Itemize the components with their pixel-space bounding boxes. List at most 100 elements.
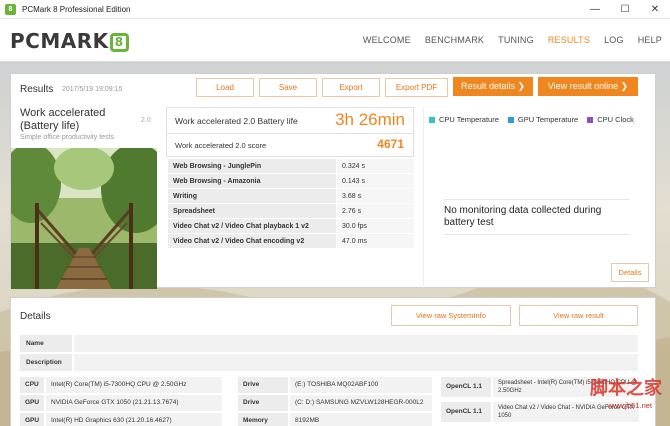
window-title: PCMark 8 Professional Edition — [22, 4, 131, 14]
metric-value: 0.324 s — [336, 159, 414, 173]
table-row: Web Browsing - JunglePin 0.324 s — [168, 159, 414, 174]
table-row: Web Browsing - Amazonia 0.143 s — [168, 174, 414, 189]
legend-item-cpu-clock[interactable]: CPU Clock — [587, 115, 634, 124]
system-info-row: GPU Intel(R) HD Graphics 630 (21.20.16.4… — [20, 413, 432, 426]
monitoring-panel: CPU Temperature GPU Temperature CPU Cloc… — [423, 107, 656, 288]
suspension-bridge-image — [11, 148, 157, 289]
site-watermark: 脚本之家 — [590, 378, 662, 398]
metric-value: 0.143 s — [336, 174, 414, 188]
export-pdf-button[interactable]: Export PDF — [385, 78, 448, 97]
system-label: GPU — [20, 413, 44, 426]
maximize-button[interactable]: ☐ — [610, 0, 640, 19]
app-header: PCMARK 8 WELCOME BENCHMARK TUNING RESULTS… — [0, 19, 670, 62]
metric-value: 2.76 s — [336, 204, 414, 218]
export-button[interactable]: Export — [322, 78, 380, 97]
description-label: Description — [20, 354, 72, 371]
gpu-temperature-swatch — [507, 116, 514, 123]
system-label: Drive — [238, 395, 288, 411]
metric-name: Video Chat v2 / Video Chat playback 1 v2 — [168, 219, 336, 233]
nav-results[interactable]: RESULTS — [548, 35, 590, 45]
table-row: Video Chat v2 / Video Chat encoding v2 4… — [168, 234, 414, 249]
test-photo-image — [11, 148, 157, 289]
opencl-label: OpenCL 1.1 — [441, 402, 491, 422]
chevron-right-icon: ❯ — [620, 81, 629, 91]
name-row: Name — [20, 335, 638, 352]
result-details-button[interactable]: Result details ❯ — [453, 77, 533, 96]
test-title-line1: Work accelerated — [20, 107, 106, 119]
test-title: Work accelerated (Battery life) — [20, 107, 105, 133]
table-row: Video Chat v2 / Video Chat playback 1 v2… — [168, 219, 414, 234]
cpu-temperature-swatch — [429, 116, 435, 123]
system-info-row: GPU NVIDIA GeForce GTX 1050 (21.21.13.76… — [20, 395, 432, 411]
logo-text: PCMARK — [10, 29, 109, 53]
view-online-label: View result online — [547, 81, 619, 91]
results-title: Results — [20, 84, 54, 95]
system-label: GPU — [20, 395, 44, 411]
details-title: Details — [20, 311, 51, 322]
nav-log[interactable]: LOG — [604, 35, 624, 45]
score-label: Work accelerated 2.0 score — [175, 141, 267, 150]
window-controls: — ☐ ✕ — [580, 0, 670, 19]
battery-life-row: Work accelerated 2.0 Battery life 3h 26m… — [166, 107, 414, 134]
system-value: NVIDIA GeForce GTX 1050 (21.21.13.7674) — [46, 395, 222, 411]
minimize-button[interactable]: — — [580, 0, 610, 19]
result-details-label: Result details — [460, 81, 515, 91]
score-value: 4671 — [377, 137, 404, 151]
system-label: Memory — [238, 413, 288, 426]
test-title-line2: (Battery life) — [20, 120, 80, 132]
view-result-online-button[interactable]: View result online ❯ — [538, 77, 638, 96]
test-version: 2.0 — [141, 117, 151, 124]
legend-item-gpu-temperature[interactable]: GPU Temperature — [507, 115, 579, 124]
battery-life-value: 3h 26min — [335, 110, 405, 129]
nav-benchmark[interactable]: BENCHMARK — [425, 35, 484, 45]
test-subtitle: Simple office productivity tests — [20, 134, 115, 141]
cpu-clock-swatch — [587, 116, 594, 123]
metric-value: 47.0 ms — [336, 234, 414, 248]
logo-badge: 8 — [109, 33, 129, 52]
nav-welcome[interactable]: WELCOME — [363, 35, 411, 45]
metric-name: Spreadsheet — [168, 204, 336, 218]
nav-tuning[interactable]: TUNING — [498, 35, 534, 45]
system-value: (E:) TOSHIBA MQ02ABF100 — [290, 377, 432, 393]
legend-item-cpu-temperature[interactable]: CPU Temperature — [429, 115, 499, 124]
results-panel: Results 2017/5/19 19:09:15 Load Save Exp… — [10, 73, 656, 289]
system-value: (C: D:) SAMSUNG MZVLW128HEGR-000L2 — [290, 395, 432, 411]
nav-help[interactable]: HELP — [638, 35, 662, 45]
metric-name: Web Browsing - JunglePin — [168, 159, 336, 173]
metric-name: Video Chat v2 / Video Chat encoding v2 — [168, 234, 336, 248]
opencl-label: OpenCL 1.1 — [441, 377, 491, 397]
system-label: Drive — [238, 377, 288, 393]
metric-name: Writing — [168, 189, 336, 203]
legend-label: CPU Clock — [597, 115, 634, 124]
main-nav: WELCOME BENCHMARK TUNING RESULTS LOG HEL… — [363, 35, 662, 45]
metric-value: 30.0 fps — [336, 219, 414, 233]
view-raw-systeminfo-button[interactable]: View raw SystemInfo — [391, 305, 511, 326]
monitoring-details-button[interactable]: Details — [611, 263, 649, 282]
metrics-table: Web Browsing - JunglePin 0.324 s Web Bro… — [168, 159, 414, 249]
site-watermark-url: www.jb51.net — [607, 401, 652, 410]
system-value: Intel(R) HD Graphics 630 (21.20.16.4627) — [46, 413, 222, 426]
save-button[interactable]: Save — [259, 78, 317, 97]
system-info-row: CPU Intel(R) Core(TM) i5-7300HQ CPU @ 2.… — [20, 377, 432, 393]
description-value — [74, 354, 638, 371]
close-button[interactable]: ✕ — [640, 0, 670, 19]
battery-life-label: Work accelerated 2.0 Battery life — [175, 116, 298, 126]
monitoring-legend: CPU Temperature GPU Temperature CPU Cloc… — [429, 115, 634, 124]
description-row: Description — [20, 354, 638, 371]
name-value — [74, 335, 638, 352]
metric-value: 3.68 s — [336, 189, 414, 203]
score-box: Work accelerated 2.0 Battery life 3h 26m… — [166, 107, 414, 157]
score-row: Work accelerated 2.0 score 4671 — [166, 134, 414, 157]
system-label: CPU — [20, 377, 44, 393]
system-value: Intel(R) Core(TM) i5-7300HQ CPU @ 2.50GH… — [46, 377, 222, 393]
system-value: 8192MB — [290, 413, 432, 426]
legend-label: GPU Temperature — [517, 115, 579, 124]
load-button[interactable]: Load — [196, 78, 254, 97]
pcmark-app-icon: 8 — [5, 3, 16, 15]
legend-label: CPU Temperature — [439, 115, 499, 124]
table-row: Writing 3.68 s — [168, 189, 414, 204]
no-monitoring-data-message: No monitoring data collected during batt… — [444, 199, 630, 235]
chevron-right-icon: ❯ — [517, 81, 526, 91]
details-panel: Details View raw SystemInfo View raw res… — [10, 297, 656, 426]
view-raw-result-button[interactable]: View raw result — [519, 305, 638, 326]
